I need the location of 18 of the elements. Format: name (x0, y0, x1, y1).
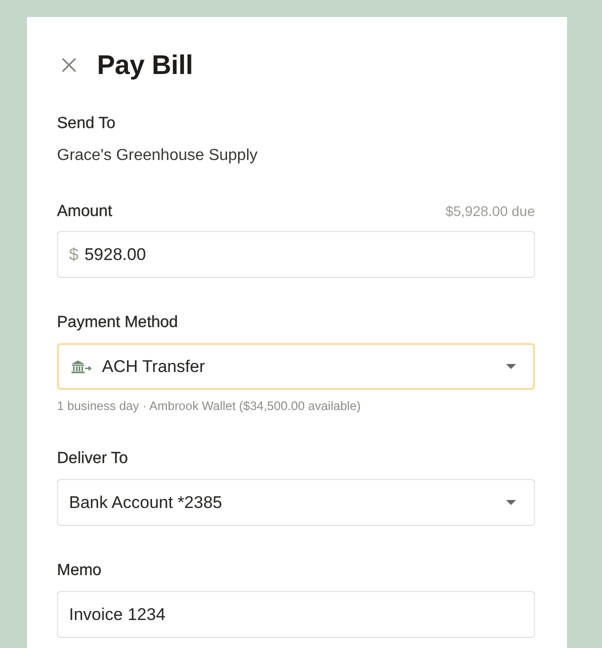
close-button[interactable] (62, 58, 76, 72)
amount-due: $5,928.00 due (445, 202, 535, 221)
field-label: Send To (57, 114, 116, 134)
field-label: Deliver To (57, 449, 128, 469)
memo-field[interactable]: Invoice 1234 (57, 591, 535, 638)
field-label: Amount (57, 202, 112, 222)
caret-icon (506, 364, 516, 369)
help-text: 1 business day · Ambrook Wallet ($34,500.00 available) (57, 398, 361, 414)
field-label: Payment Method (57, 313, 178, 333)
field-label: Memo (57, 561, 102, 581)
close-icon (62, 58, 76, 72)
deliver-to-select[interactable]: Bank Account *2385 (57, 479, 535, 526)
dialog-title: Pay Bill (97, 49, 193, 82)
bank-transfer-icon (71, 360, 92, 374)
amount-field[interactable]: $ 5928.00 (57, 231, 535, 278)
payment-method-select[interactable]: ACH Transfer (57, 343, 535, 390)
recipient-name: Grace's Greenhouse Supply (57, 146, 258, 166)
caret-icon (506, 500, 516, 505)
